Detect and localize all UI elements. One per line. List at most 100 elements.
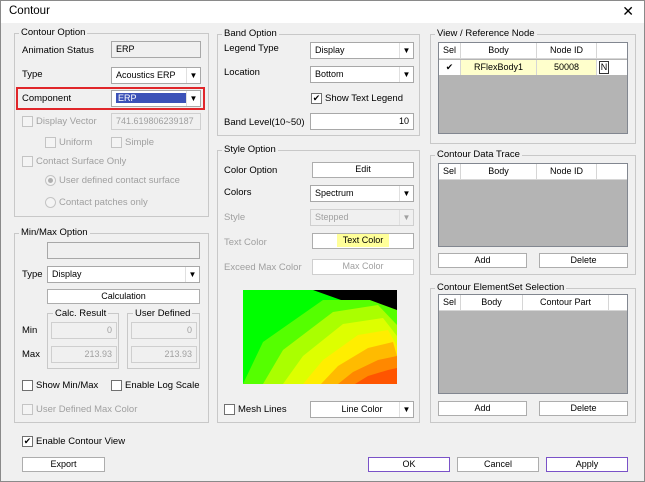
contact-patches-label: Contact patches only bbox=[59, 197, 148, 208]
show-minmax-label: Show Min/Max bbox=[36, 380, 99, 391]
column-header-sel[interactable]: Sel bbox=[439, 164, 461, 180]
close-icon[interactable]: ✕ bbox=[622, 3, 634, 20]
uniform-checkbox[interactable] bbox=[45, 137, 56, 148]
calc-result-title: Calc. Result bbox=[53, 308, 109, 319]
contour-elementset-table[interactable]: Sel Body Contour Part bbox=[438, 294, 628, 394]
line-color-select[interactable]: Line Color ▼ bbox=[310, 401, 414, 418]
chevron-down-icon: ▼ bbox=[185, 267, 199, 282]
calc-max-field: 213.93 bbox=[51, 346, 117, 363]
title-bar: Contour ✕ bbox=[1, 1, 644, 23]
minmax-option-title: Min/Max Option bbox=[19, 227, 90, 238]
elementset-delete-button[interactable]: Delete bbox=[539, 401, 628, 416]
column-header-node-id[interactable]: Node ID bbox=[537, 164, 597, 180]
table-header: Sel Body Node ID bbox=[439, 164, 627, 180]
colors-label: Colors bbox=[224, 187, 252, 198]
band-option-title: Band Option bbox=[222, 28, 279, 39]
band-level-field[interactable]: 10 bbox=[310, 113, 414, 130]
column-header-contour-part[interactable]: Contour Part bbox=[523, 295, 609, 311]
minmax-type-label: Type bbox=[22, 269, 43, 280]
contact-surface-only-label: Contact Surface Only bbox=[36, 156, 127, 167]
legend-type-label: Legend Type bbox=[224, 43, 279, 54]
column-header-body[interactable]: Body bbox=[461, 295, 523, 311]
chevron-down-icon: ▼ bbox=[186, 91, 200, 106]
location-select[interactable]: Bottom ▼ bbox=[310, 66, 414, 83]
style-value: Stepped bbox=[315, 212, 349, 222]
component-select-value: ERP bbox=[116, 93, 186, 103]
row-sel-checkbox[interactable]: ✔ bbox=[439, 60, 461, 75]
display-vector-label: Display Vector bbox=[36, 116, 97, 127]
contour-data-trace-table[interactable]: Sel Body Node ID bbox=[438, 163, 628, 247]
contact-patches-radio[interactable] bbox=[45, 197, 56, 208]
contact-surface-only-checkbox[interactable] bbox=[22, 156, 33, 167]
cancel-button[interactable]: Cancel bbox=[457, 457, 539, 472]
component-label: Component bbox=[22, 93, 72, 104]
contour-option-title: Contour Option bbox=[19, 27, 88, 38]
component-select[interactable]: ERP ▼ bbox=[111, 90, 201, 107]
data-trace-add-button[interactable]: Add bbox=[438, 253, 527, 268]
display-vector-checkbox[interactable] bbox=[22, 116, 33, 127]
style-label: Style bbox=[224, 212, 246, 223]
export-button[interactable]: Export bbox=[22, 457, 105, 472]
simple-checkbox[interactable] bbox=[111, 137, 122, 148]
location-value: Bottom bbox=[315, 69, 344, 79]
user-defined-surface-radio[interactable] bbox=[45, 175, 56, 186]
column-header-sel[interactable]: Sel bbox=[439, 43, 461, 59]
max-label: Max bbox=[22, 349, 40, 360]
view-reference-node-table[interactable]: Sel Body Node ID ✔ RFlexBody1 50008 N bbox=[438, 42, 628, 134]
row-extra-cell[interactable]: N bbox=[599, 61, 609, 74]
ok-button[interactable]: OK bbox=[368, 457, 450, 472]
table-header: Sel Body Node ID bbox=[439, 43, 627, 59]
user-defined-surface-label: User defined contact surface bbox=[59, 175, 180, 186]
enable-contour-view-checkbox[interactable]: ✔ bbox=[22, 436, 33, 447]
type-label: Type bbox=[22, 69, 43, 80]
user-min-field[interactable]: 0 bbox=[131, 322, 197, 339]
legend-type-select[interactable]: Display ▼ bbox=[310, 42, 414, 59]
location-label: Location bbox=[224, 67, 260, 78]
row-node-id-cell[interactable]: 50008 bbox=[537, 60, 597, 75]
type-select[interactable]: Acoustics ERP ▼ bbox=[111, 67, 201, 84]
enable-log-scale-checkbox[interactable] bbox=[111, 380, 122, 391]
window-title: Contour bbox=[9, 5, 50, 17]
column-header-body[interactable]: Body bbox=[461, 164, 537, 180]
contour-dialog: Contour ✕ Contour Option Animation Statu… bbox=[0, 0, 645, 482]
min-label: Min bbox=[22, 325, 38, 336]
style-select[interactable]: Stepped ▼ bbox=[310, 209, 414, 226]
text-color-button[interactable]: Text Color bbox=[312, 233, 414, 249]
colors-select[interactable]: Spectrum ▼ bbox=[310, 185, 414, 202]
user-max-field[interactable]: 213.93 bbox=[131, 346, 197, 363]
text-color-label: Text Color bbox=[224, 237, 267, 248]
simple-label: Simple bbox=[125, 137, 155, 148]
band-level-label: Band Level(10~50) bbox=[224, 117, 305, 128]
minmax-type-select[interactable]: Display ▼ bbox=[47, 266, 200, 283]
column-header-node-id[interactable]: Node ID bbox=[537, 43, 597, 59]
uniform-label: Uniform bbox=[59, 137, 93, 148]
contour-preview-svg bbox=[243, 290, 397, 384]
data-trace-delete-button[interactable]: Delete bbox=[539, 253, 628, 268]
apply-button[interactable]: Apply bbox=[546, 457, 628, 472]
chevron-down-icon: ▼ bbox=[399, 43, 413, 58]
max-color-button[interactable]: Max Color bbox=[312, 259, 414, 275]
chevron-down-icon: ▼ bbox=[186, 68, 200, 83]
animation-status-field: ERP bbox=[111, 41, 201, 58]
column-header-body[interactable]: Body bbox=[461, 43, 537, 59]
minmax-name-field bbox=[47, 242, 200, 259]
color-option-label: Color Option bbox=[224, 165, 278, 176]
table-row[interactable]: ✔ RFlexBody1 50008 N bbox=[439, 60, 627, 75]
colors-value: Spectrum bbox=[315, 188, 354, 198]
contour-elementset-title: Contour ElementSet Selection bbox=[435, 282, 567, 293]
elementset-add-button[interactable]: Add bbox=[438, 401, 527, 416]
exceed-max-color-label: Exceed Max Color bbox=[224, 262, 302, 273]
edit-button[interactable]: Edit bbox=[312, 162, 414, 178]
calculation-button[interactable]: Calculation bbox=[47, 289, 200, 304]
user-defined-max-color-label: User Defined Max Color bbox=[36, 404, 138, 415]
show-minmax-checkbox[interactable] bbox=[22, 380, 33, 391]
column-header-sel[interactable]: Sel bbox=[439, 295, 461, 311]
row-body-cell[interactable]: RFlexBody1 bbox=[461, 60, 537, 75]
mesh-lines-label: Mesh Lines bbox=[238, 404, 287, 415]
user-defined-title: User Defined bbox=[133, 308, 193, 319]
type-select-value: Acoustics ERP bbox=[116, 70, 176, 80]
mesh-lines-checkbox[interactable] bbox=[224, 404, 235, 415]
user-defined-max-color-checkbox[interactable] bbox=[22, 404, 33, 415]
enable-contour-view-label: Enable Contour View bbox=[36, 436, 126, 447]
show-text-legend-checkbox[interactable]: ✔ bbox=[311, 93, 322, 104]
